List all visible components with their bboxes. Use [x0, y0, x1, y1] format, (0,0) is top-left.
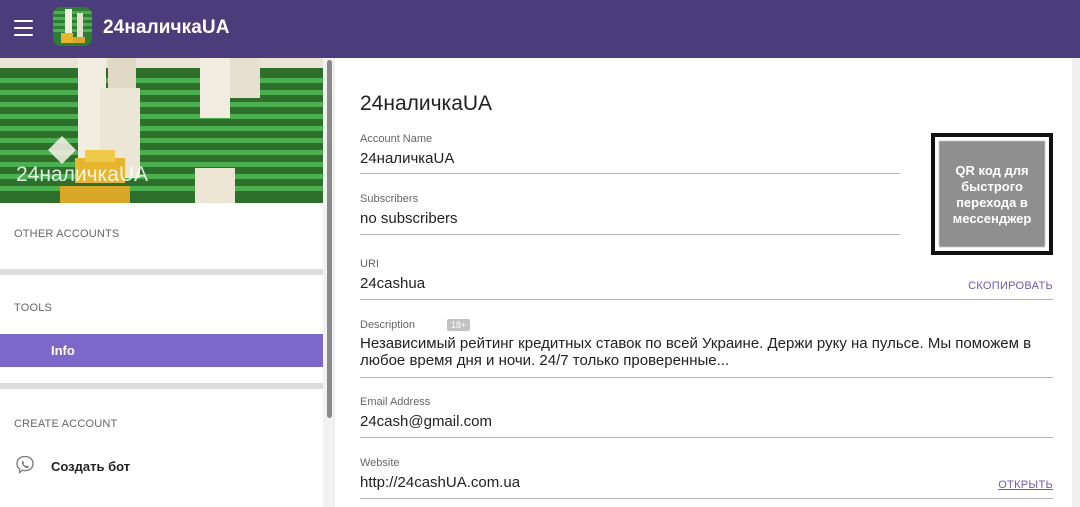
open-website-button[interactable]: ОТКРЫТЬ [998, 479, 1053, 491]
field-underline [360, 498, 1053, 499]
age-rating-badge: 18+ [447, 319, 471, 331]
uri-label: URI [360, 258, 379, 270]
menu-icon[interactable] [14, 20, 33, 36]
email-label: Email Address [360, 396, 431, 408]
field-underline [360, 437, 1053, 438]
create-account-section: CREATE ACCOUNT [0, 389, 323, 507]
sidebar-item-label: Info [51, 343, 75, 358]
create-account-heading: CREATE ACCOUNT [14, 418, 118, 430]
account-info-panel: 24наличкаUA Account Name 24наличкаUA Sub… [335, 58, 1080, 507]
page-title: 24наличкаUA [360, 92, 493, 115]
account-name-value[interactable]: 24наличкаUA [360, 150, 900, 167]
qr-code-caption: QR код для быстрого перехода в мессендже… [952, 163, 1032, 226]
create-bot-item[interactable]: Создать бот [0, 453, 323, 483]
top-app-bar: 24наличкаUA [0, 0, 1080, 58]
website-value[interactable]: http://24cashUA.com.ua [360, 474, 1053, 491]
sidebar-scrollbar[interactable] [327, 60, 332, 418]
create-bot-label: Создать бот [51, 459, 131, 474]
email-value[interactable]: 24cash@gmail.com [360, 413, 1053, 430]
sidebar: 24наличкаUA OTHER ACCOUNTS TOOLS Info CR… [0, 58, 333, 507]
field-underline [360, 377, 1053, 378]
website-label: Website [360, 457, 400, 469]
account-name-label: Account Name [360, 133, 433, 145]
account-cover-image: 24наличкаUA [0, 58, 323, 203]
subscribers-label: Subscribers [360, 193, 419, 205]
copy-uri-button[interactable]: СКОПИРОВАТЬ [968, 280, 1053, 292]
other-accounts-heading: OTHER ACCOUNTS [14, 228, 120, 240]
website-field: Website http://24cashUA.com.ua [360, 457, 1053, 499]
other-accounts-section: OTHER ACCOUNTS [0, 203, 323, 269]
sidebar-item-info[interactable]: Info [0, 334, 323, 367]
app-logo [53, 7, 92, 46]
uri-value[interactable]: 24cashua [360, 275, 1053, 292]
tools-heading: TOOLS [14, 302, 53, 314]
description-value[interactable]: Независимый рейтинг кредитных ставок по … [360, 335, 1053, 369]
description-field: Description 18+ Независимый рейтинг кред… [360, 319, 1053, 378]
uri-field: URI 24cashua [360, 258, 1053, 300]
app-title: 24наличкаUA [103, 17, 230, 38]
viber-icon [15, 455, 35, 475]
account-name-field: Account Name 24наличкаUA [360, 133, 900, 174]
main-scrollbar-track[interactable] [1072, 58, 1080, 507]
email-field: Email Address 24cash@gmail.com [360, 396, 1053, 438]
cover-account-name: 24наличкаUA [16, 163, 149, 186]
field-underline [360, 173, 900, 174]
subscribers-value: no subscribers [360, 210, 458, 227]
subscribers-field: Subscribers no subscribers [360, 193, 900, 235]
field-underline [360, 234, 900, 235]
qr-code[interactable]: QR код для быстрого перехода в мессендже… [931, 133, 1053, 255]
field-underline [360, 299, 1053, 300]
